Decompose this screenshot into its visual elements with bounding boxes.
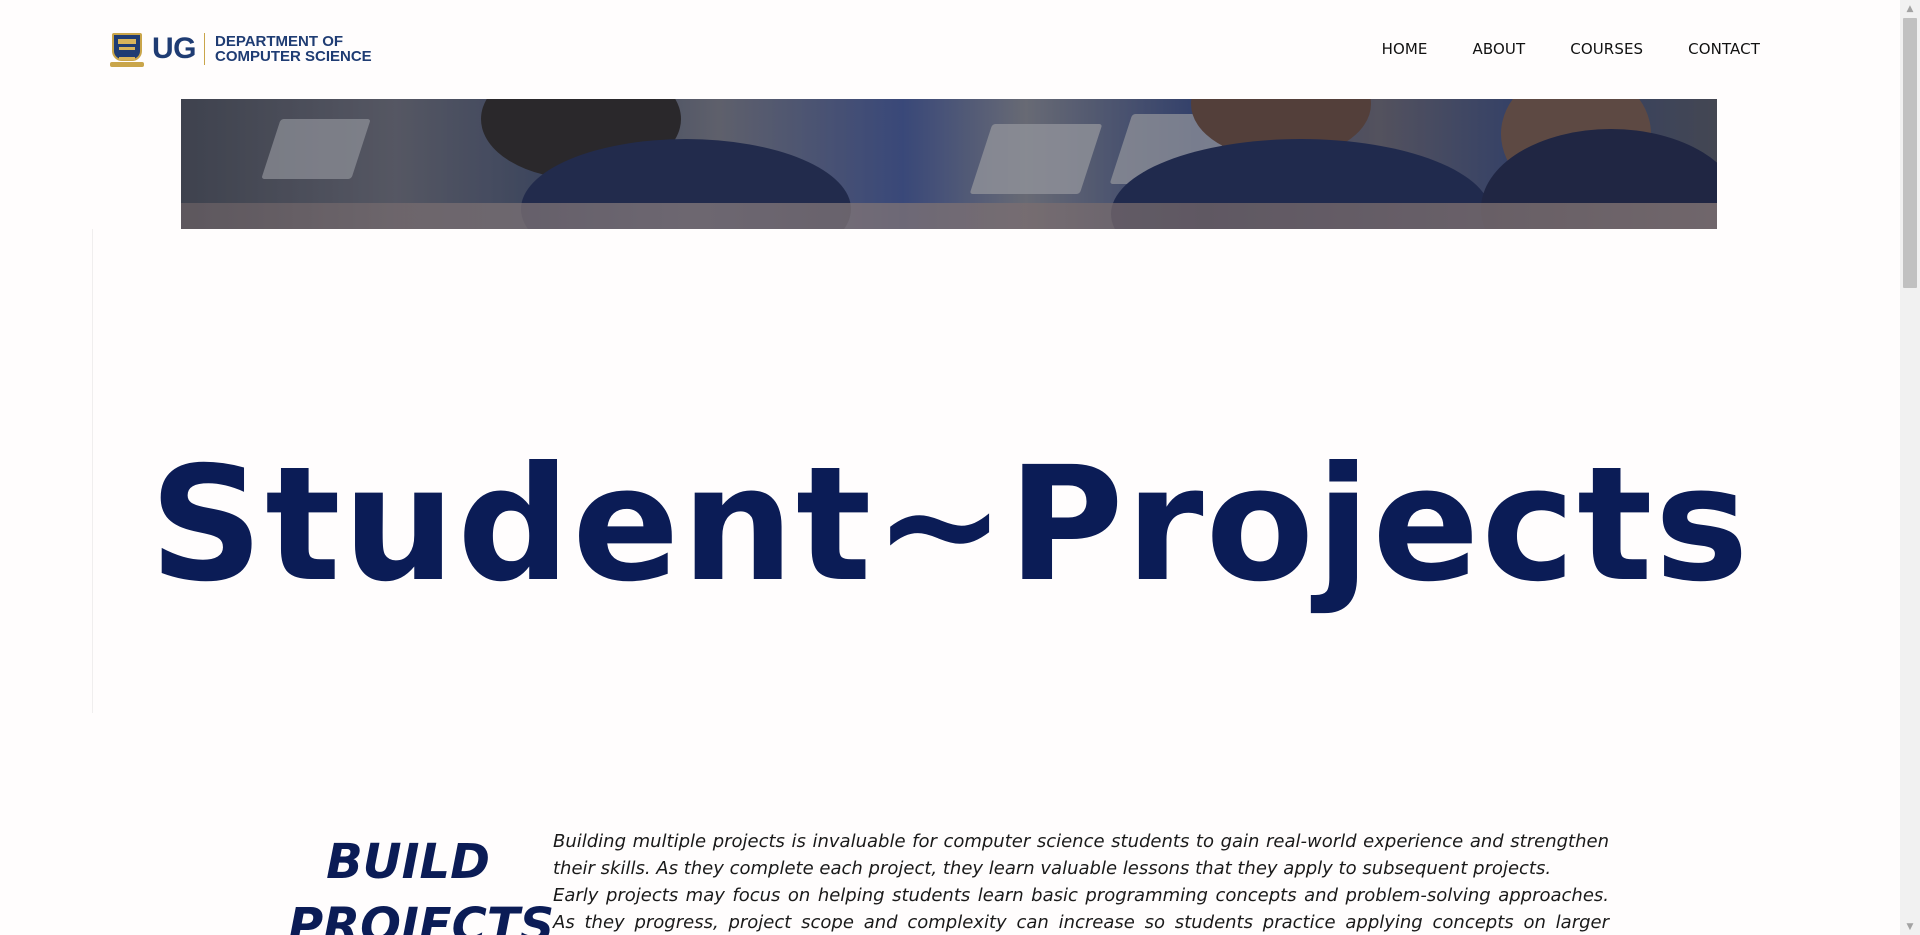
scroll-thumb[interactable] — [1903, 18, 1917, 288]
nav-contact[interactable]: CONTACT — [1688, 40, 1760, 58]
build-paragraph-2: Early projects may focus on helping stud… — [553, 885, 1609, 933]
scroll-down-arrow-icon[interactable]: ▼ — [1900, 918, 1920, 935]
department-logo[interactable]: UG DEPARTMENT OF COMPUTER SCIENCE — [110, 30, 372, 68]
hero-banner-image — [181, 99, 1717, 229]
page: UG DEPARTMENT OF COMPUTER SCIENCE HOME A… — [0, 0, 1900, 935]
department-name: DEPARTMENT OF COMPUTER SCIENCE — [215, 34, 372, 64]
build-paragraph-1: Building multiple projects is invaluable… — [553, 831, 1609, 879]
scroll-up-arrow-icon[interactable]: ▲ — [1900, 0, 1920, 17]
main-nav: HOME ABOUT COURSES CONTACT — [1382, 40, 1760, 58]
nav-courses[interactable]: COURSES — [1570, 40, 1643, 58]
university-crest-icon — [110, 31, 144, 67]
nav-home[interactable]: HOME — [1382, 40, 1428, 58]
department-line-1: DEPARTMENT OF — [215, 33, 344, 50]
logo-ug-text: UG — [152, 32, 197, 65]
build-projects-text: Building multiple projects is invaluable… — [553, 828, 1609, 935]
vertical-scrollbar[interactable]: ▲ ▼ — [1900, 0, 1920, 935]
build-projects-heading: BUILD PROJECTS — [288, 834, 555, 935]
page-title: Student~Projects — [149, 433, 1751, 617]
logo-divider — [204, 33, 205, 65]
department-line-2: COMPUTER SCIENCE — [215, 48, 372, 65]
nav-about[interactable]: ABOUT — [1473, 40, 1526, 58]
